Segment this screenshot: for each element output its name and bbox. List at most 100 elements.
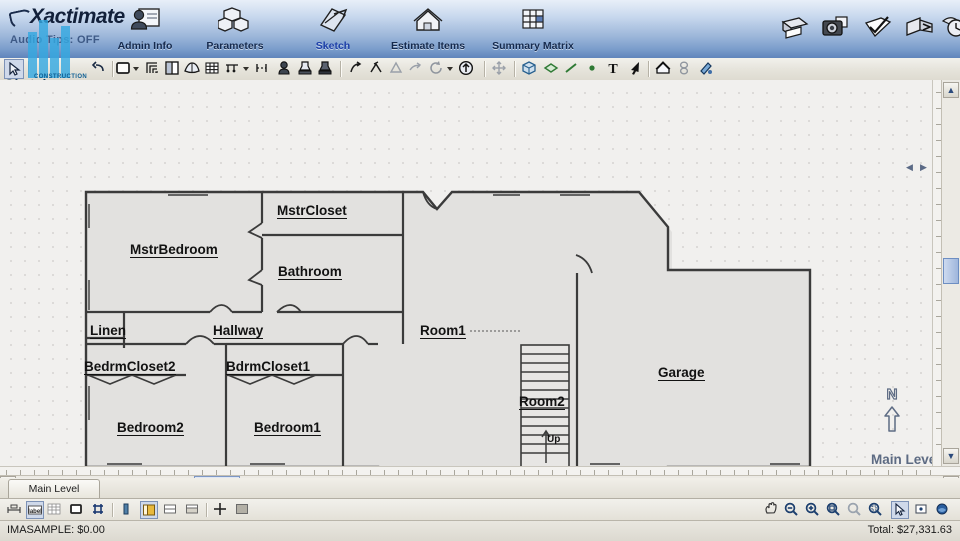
parameters-icon bbox=[218, 5, 252, 35]
toolbar-separator-5 bbox=[514, 61, 516, 77]
three-d-view-toggle[interactable] bbox=[140, 501, 158, 519]
approve-check-icon[interactable] bbox=[861, 10, 895, 42]
door-tool[interactable] bbox=[163, 59, 183, 79]
snap-toggle[interactable] bbox=[90, 501, 108, 519]
3d-cube-tool[interactable] bbox=[520, 59, 540, 79]
fill-toggle[interactable] bbox=[234, 501, 252, 519]
camera-icon[interactable] bbox=[819, 10, 853, 42]
nav-item-summary-matrix[interactable]: Summary Matrix bbox=[478, 4, 588, 56]
room-label-bedroom1[interactable]: Bedroom1 bbox=[254, 421, 321, 436]
nav-item-parameters[interactable]: Parameters bbox=[180, 4, 290, 56]
roof-tool[interactable] bbox=[183, 59, 203, 79]
print-icon[interactable] bbox=[777, 10, 811, 42]
svg-text:label: label bbox=[28, 509, 42, 515]
dimension-tool[interactable] bbox=[253, 59, 273, 79]
toolbar-separator-4 bbox=[484, 61, 486, 77]
vertical-scroll-thumb[interactable] bbox=[943, 258, 959, 284]
stamp-tool[interactable] bbox=[296, 59, 316, 79]
zoom-in-tool[interactable] bbox=[804, 501, 822, 519]
view-options-toolbar: label bbox=[0, 498, 960, 521]
center-crosshair-toggle[interactable] bbox=[212, 501, 230, 519]
summary-matrix-icon bbox=[516, 5, 550, 35]
missing-wall-tool[interactable] bbox=[223, 59, 243, 79]
rotate-tool[interactable] bbox=[427, 59, 447, 79]
level-tab-strip: Main Level bbox=[0, 478, 960, 498]
room-label-bathroom[interactable]: Bathroom bbox=[278, 265, 342, 280]
floor-plan-drawing[interactable] bbox=[0, 80, 960, 466]
room-label-bedrmcloset2[interactable]: BedrmCloset2 bbox=[84, 360, 176, 375]
measure-tool[interactable] bbox=[275, 59, 295, 79]
link-tool[interactable] bbox=[675, 59, 695, 79]
house-tool[interactable] bbox=[654, 59, 674, 79]
room-label-mstrcloset[interactable]: MstrCloset bbox=[277, 204, 347, 219]
stairs-tool[interactable] bbox=[143, 59, 163, 79]
room-label-room1[interactable]: Room1 bbox=[420, 324, 466, 339]
select-arrow-tool[interactable] bbox=[4, 59, 24, 79]
offset-tool[interactable] bbox=[407, 59, 427, 79]
room-dropdown-caret-icon[interactable] bbox=[133, 67, 139, 71]
window-grid-tool[interactable] bbox=[203, 59, 223, 79]
status-project-label: IMASAMPLE: $0.00 bbox=[7, 524, 105, 536]
align-tool[interactable] bbox=[387, 59, 407, 79]
scroll-down-button[interactable]: ▼ bbox=[943, 448, 959, 464]
missing-wall-caret-icon[interactable] bbox=[243, 67, 249, 71]
next-level-arrow-icon[interactable]: ▶ bbox=[920, 162, 927, 173]
polygon-tool[interactable] bbox=[542, 59, 562, 79]
dimension-display-toggle[interactable] bbox=[6, 501, 24, 519]
zoom-out-tool[interactable] bbox=[783, 501, 801, 519]
flip-tool[interactable] bbox=[367, 59, 387, 79]
zoom-previous-tool[interactable] bbox=[846, 501, 864, 519]
scroll-up-button[interactable]: ▲ bbox=[943, 82, 959, 98]
nav-item-sketch[interactable]: Sketch bbox=[278, 4, 388, 56]
point-tool[interactable] bbox=[583, 59, 603, 79]
status-total-label: Total: $27,331.63 bbox=[867, 524, 952, 536]
zoom-point-tool[interactable] bbox=[913, 501, 931, 519]
select-pointer-tool[interactable] bbox=[891, 501, 909, 519]
vertical-scrollbar[interactable]: ▲ ▼ bbox=[941, 80, 960, 466]
nav-label-parameters: Parameters bbox=[206, 40, 264, 52]
status-bar: IMASAMPLE: $0.00 Total: $27,331.63 bbox=[0, 520, 960, 541]
nav-item-estimate-items[interactable]: Estimate Items bbox=[373, 4, 483, 56]
room-label-mstrbedroom[interactable]: MstrBedroom bbox=[130, 243, 218, 258]
grid-toggle[interactable] bbox=[46, 501, 64, 519]
label-display-toggle[interactable]: label bbox=[26, 501, 44, 519]
color-fill-tool[interactable] bbox=[934, 501, 952, 519]
mirror-tool[interactable] bbox=[347, 59, 367, 79]
room-label-bedroom2[interactable]: Bedroom2 bbox=[117, 421, 184, 436]
nav-label-sketch: Sketch bbox=[315, 40, 351, 52]
elevation-view-toggle[interactable] bbox=[184, 501, 202, 519]
header-action-icons bbox=[762, 10, 960, 50]
admin-info-icon bbox=[128, 5, 162, 35]
shape-outline-toggle[interactable] bbox=[68, 501, 86, 519]
pan-hand-tool[interactable] bbox=[762, 501, 780, 519]
prev-level-arrow-icon[interactable]: ◀ bbox=[906, 162, 913, 173]
text-tool[interactable]: T bbox=[604, 59, 624, 79]
svg-text:N: N bbox=[887, 386, 898, 403]
level-tab-main-level[interactable]: Main Level bbox=[8, 479, 100, 498]
pointer-tool[interactable] bbox=[626, 59, 646, 79]
room-label-linen[interactable]: Linen bbox=[90, 324, 126, 339]
room-label-hallway[interactable]: Hallway bbox=[213, 324, 264, 339]
move-tool[interactable] bbox=[490, 59, 510, 79]
room-label-bdrmcloset1[interactable]: BdrmCloset1 bbox=[226, 360, 311, 375]
room-rectangle-tool[interactable] bbox=[114, 59, 134, 79]
split-view-toggle[interactable] bbox=[162, 501, 180, 519]
zoom-window-tool[interactable] bbox=[867, 501, 885, 519]
sketch-canvas[interactable]: MstrCloset MstrBedroom Bathroom Linen Ha… bbox=[0, 80, 960, 466]
raise-tool[interactable] bbox=[457, 59, 477, 79]
application-header: Xactimate Audio Tips: OFF Admin Info Par… bbox=[0, 0, 960, 59]
zoom-extents-tool[interactable] bbox=[825, 501, 843, 519]
room-label-garage[interactable]: Garage bbox=[658, 366, 705, 381]
line-tool[interactable] bbox=[562, 59, 582, 79]
undo-tool[interactable] bbox=[90, 59, 110, 79]
history-clock-icon[interactable] bbox=[938, 10, 960, 42]
estimate-items-icon bbox=[411, 5, 445, 35]
wall-view-toggle[interactable] bbox=[118, 501, 136, 519]
paint-tool[interactable] bbox=[697, 59, 717, 79]
toolbar-separator-1 bbox=[28, 61, 30, 77]
export-icon[interactable] bbox=[903, 10, 937, 42]
xactimate-window: Xactimate Audio Tips: OFF Admin Info Par… bbox=[0, 0, 960, 541]
room-label-room2[interactable]: Room2 bbox=[519, 395, 565, 410]
stamp-fill-tool[interactable] bbox=[316, 59, 336, 79]
rotate-caret-icon[interactable] bbox=[447, 67, 453, 71]
